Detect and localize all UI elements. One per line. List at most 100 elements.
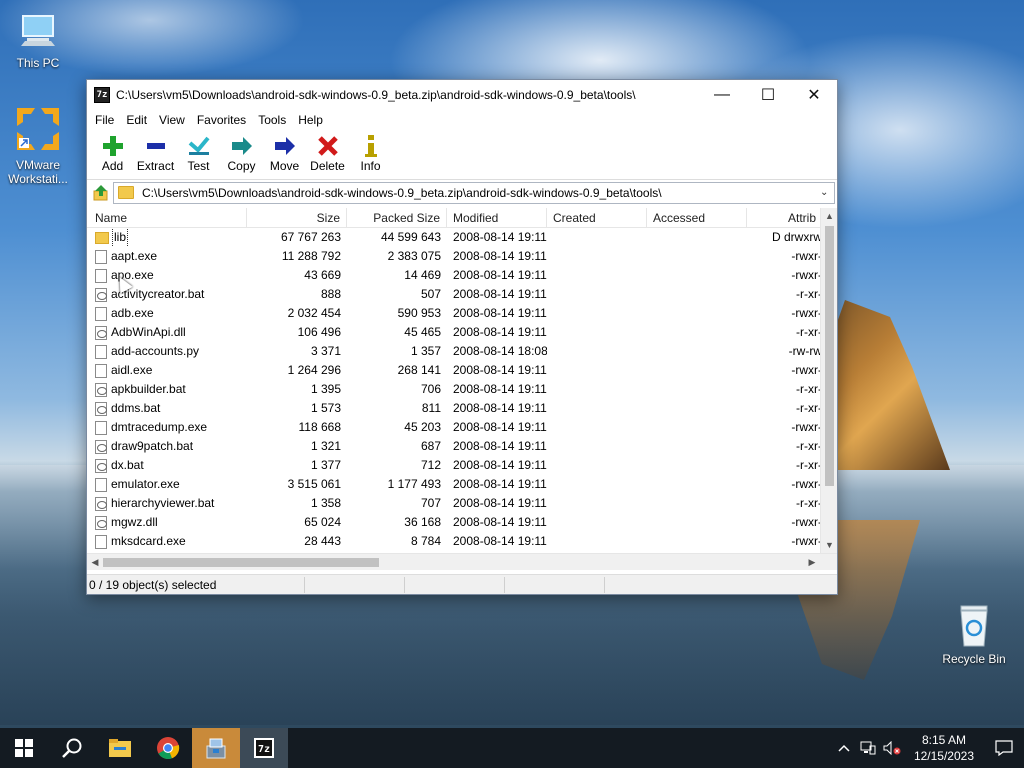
up-folder-icon[interactable] [89, 182, 113, 204]
title-bar[interactable]: 7z C:\Users\vm5\Downloads\android-sdk-wi… [87, 80, 837, 110]
chevron-down-icon[interactable]: ⌄ [820, 187, 834, 198]
file-modified: 2008-08-14 19:11 [453, 306, 547, 320]
file-row[interactable]: draw9patch.bat 1 321 687 2008-08-14 19:11 -r… [87, 437, 837, 456]
file-accessed [647, 304, 747, 323]
volume-muted-icon[interactable] [880, 728, 904, 768]
horizontal-scroll-thumb[interactable] [103, 558, 379, 567]
file-created [547, 399, 647, 418]
file-list-header: Name Size Packed Size Modified Created A… [87, 208, 837, 228]
desktop-icon-recycle-bin[interactable]: Recycle Bin [936, 602, 1012, 666]
extract-button[interactable]: Extract [134, 130, 177, 173]
scroll-down-arrow-icon[interactable]: ▼ [821, 537, 837, 553]
horizontal-scrollbar[interactable]: ◀ ▶ [87, 553, 837, 570]
file-packed-size: 707 [420, 496, 441, 510]
file-created [547, 418, 647, 437]
test-button[interactable]: Test [177, 130, 220, 173]
vertical-scroll-thumb[interactable] [825, 226, 834, 486]
taskbar-file-explorer[interactable] [96, 728, 144, 768]
file-packed-size: 712 [420, 458, 441, 472]
file-list[interactable]: Name Size Packed Size Modified Created A… [87, 208, 837, 553]
scroll-up-arrow-icon[interactable]: ▲ [821, 208, 837, 224]
desktop-icon-this-pc[interactable]: This PC [0, 10, 76, 70]
file-name-cell: aidl.exe [87, 361, 247, 380]
maximize-button[interactable]: ☐ [745, 80, 791, 110]
column-header-attributes[interactable]: Attrib [747, 208, 822, 228]
file-modified: 2008-08-14 19:11 [453, 268, 547, 282]
close-button[interactable]: ✕ [791, 80, 837, 110]
network-icon[interactable] [856, 728, 880, 768]
column-header-packed-size[interactable]: Packed Size [347, 208, 447, 228]
file-attributes: -rw-rw [788, 344, 822, 358]
file-attributes: -r-xr- [796, 325, 822, 339]
address-input[interactable]: C:\Users\vm5\Downloads\android-sdk-windo… [113, 181, 835, 204]
menu-edit[interactable]: Edit [120, 113, 153, 127]
menu-file[interactable]: File [89, 113, 120, 127]
file-modified: 2008-08-14 19:11 [453, 420, 547, 434]
file-row[interactable]: ddms.bat 1 573 811 2008-08-14 19:11 -r-xr- [87, 399, 837, 418]
menu-favorites[interactable]: Favorites [191, 113, 252, 127]
menu-tools[interactable]: Tools [252, 113, 292, 127]
file-modified: 2008-08-14 18:08 [453, 344, 547, 358]
script-file-icon [95, 439, 107, 454]
taskbar-7zip[interactable]: 7z [240, 728, 288, 768]
file-modified: 2008-08-14 19:11 [453, 477, 547, 491]
vertical-scrollbar[interactable]: ▲ ▼ [820, 208, 837, 553]
taskbar-installer[interactable] [192, 728, 240, 768]
delete-button[interactable]: Delete [306, 130, 349, 173]
column-header-size[interactable]: Size [247, 208, 347, 228]
start-button[interactable] [0, 728, 48, 768]
file-created [547, 437, 647, 456]
notification-button[interactable] [984, 728, 1024, 768]
minimize-button[interactable]: — [699, 80, 745, 110]
file-row[interactable]: adb.exe 2 032 454 590 953 2008-08-14 19:11 -… [87, 304, 837, 323]
search-button[interactable] [48, 728, 96, 768]
file-name-cell: AdbWinApi.dll [87, 323, 247, 342]
column-header-modified[interactable]: Modified [447, 208, 547, 228]
scroll-left-arrow-icon[interactable]: ◀ [87, 554, 103, 571]
file-row[interactable]: mksdcard.exe 28 443 8 784 2008-08-14 19:11 -… [87, 532, 837, 551]
menu-view[interactable]: View [153, 113, 191, 127]
chevron-up-icon[interactable] [832, 728, 856, 768]
file-size: 65 024 [304, 515, 341, 529]
info-button[interactable]: Info [349, 130, 392, 173]
file-row[interactable]: dx.bat 1 377 712 2008-08-14 19:11 -r-xr- [87, 456, 837, 475]
file-icon [95, 344, 107, 359]
7zip-file-manager-window[interactable]: 7z C:\Users\vm5\Downloads\android-sdk-wi… [86, 79, 838, 595]
file-icon [95, 420, 107, 435]
file-size: 106 496 [297, 325, 341, 339]
menu-help[interactable]: Help [292, 113, 329, 127]
desktop-icon-vmware[interactable]: VMware Workstati... [0, 104, 76, 186]
menu-bar: File Edit View Favorites Tools Help [87, 110, 837, 130]
file-row[interactable]: add-accounts.py 3 371 1 357 2008-08-14 18:0… [87, 342, 837, 361]
file-row[interactable]: aidl.exe 1 264 296 268 141 2008-08-14 19:11… [87, 361, 837, 380]
file-row[interactable]: hierarchyviewer.bat 1 358 707 2008-08-14 19… [87, 494, 837, 513]
move-button[interactable]: Move [263, 130, 306, 173]
file-row[interactable]: mgwz.dll 65 024 36 168 2008-08-14 19:11 -rwx… [87, 513, 837, 532]
column-header-created[interactable]: Created [547, 208, 647, 228]
file-packed-size: 1 177 493 [387, 477, 441, 491]
file-packed-size: 45 465 [404, 325, 441, 339]
file-packed-size: 507 [420, 287, 441, 301]
file-created [547, 380, 647, 399]
taskbar-clock[interactable]: 8:15 AM 12/15/2023 [904, 732, 984, 764]
file-row[interactable]: AdbWinApi.dll 106 496 45 465 2008-08-14 19:… [87, 323, 837, 342]
file-row[interactable]: activitycreator.bat 888 507 2008-08-14 19:1… [87, 285, 837, 304]
file-row[interactable]: lib 67 767 263 44 599 643 2008-08-14 19:11 D… [87, 228, 837, 247]
file-attributes: D drwxrw [772, 230, 822, 244]
copy-label: Copy [227, 159, 256, 173]
file-size: 28 443 [304, 534, 341, 548]
file-row[interactable]: apkbuilder.bat 1 395 706 2008-08-14 19:11 -r… [87, 380, 837, 399]
column-header-name[interactable]: Name [87, 208, 247, 228]
file-row[interactable]: dmtracedump.exe 118 668 45 203 2008-08-14 1… [87, 418, 837, 437]
file-modified: 2008-08-14 19:11 [453, 325, 547, 339]
file-row[interactable]: aapt.exe 11 288 792 2 383 075 2008-08-14 19… [87, 247, 837, 266]
column-header-accessed[interactable]: Accessed [647, 208, 747, 228]
scroll-right-arrow-icon[interactable]: ▶ [804, 554, 820, 571]
add-button[interactable]: Add [91, 130, 134, 173]
copy-button[interactable]: Copy [220, 130, 263, 173]
file-row[interactable]: emulator.exe 3 515 061 1 177 493 2008-08-14… [87, 475, 837, 494]
file-row[interactable]: apo.exe 43 669 14 469 2008-08-14 19:11 -rwxr… [87, 266, 837, 285]
file-modified: 2008-08-14 19:11 [453, 287, 547, 301]
taskbar-chrome[interactable] [144, 728, 192, 768]
file-accessed [647, 494, 747, 513]
